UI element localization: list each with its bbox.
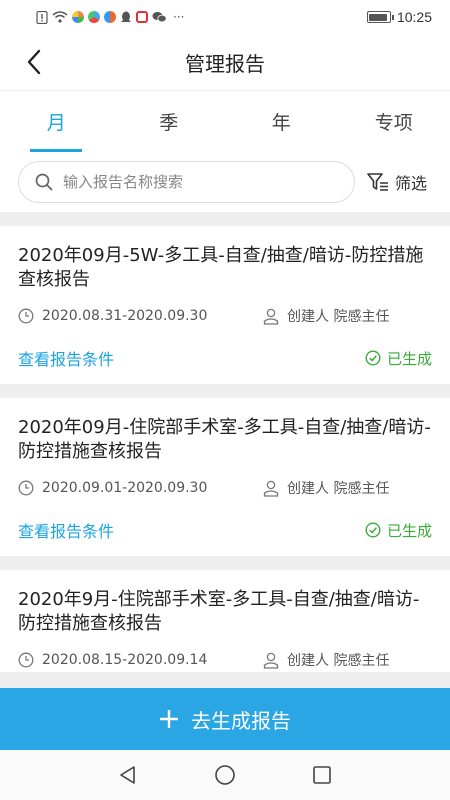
app-icon (88, 11, 100, 23)
report-card[interactable]: 2020年09月-5W-多工具-自查/抽查/暗访-防控措施查核报告 2020.0… (0, 226, 450, 384)
clock-icon (18, 308, 34, 324)
person-icon (263, 308, 279, 325)
nav-home-button[interactable] (205, 755, 245, 795)
wechat-icon (152, 12, 167, 23)
check-circle-icon (365, 522, 381, 538)
notification-icon (136, 11, 148, 23)
check-circle-icon (365, 350, 381, 366)
report-creator: 创建人 院感主任 (263, 478, 389, 498)
report-footer: 查看报告条件 已生成 (18, 332, 432, 384)
qq-icon (121, 11, 131, 22)
tab-month[interactable]: 月 (0, 91, 113, 152)
report-title: 2020年09月-住院部手术室-多工具-自查/抽查/暗访-防控措施查核报告 (18, 417, 431, 462)
circle-home-icon (215, 765, 235, 785)
nav-back-button[interactable] (108, 755, 148, 795)
wifi-icon (52, 11, 68, 23)
view-conditions-link[interactable]: 查看报告条件 (18, 346, 114, 370)
more-icon: ··· (173, 10, 185, 24)
person-icon (263, 652, 279, 669)
generate-report-label: 去生成报告 (191, 708, 291, 733)
view-conditions-link[interactable]: 查看报告条件 (18, 518, 114, 542)
sim-alert-icon (36, 10, 48, 24)
report-title: 2020年09月-5W-多工具-自查/抽查/暗访-防控措施查核报告 (18, 245, 424, 290)
report-date-range: 2020.08.31-2020.09.30 (42, 308, 208, 324)
clock-icon (18, 652, 34, 668)
report-meta: 2020.09.01-2020.09.30 创建人 院感主任 (18, 476, 432, 500)
chevron-left-icon (27, 49, 41, 75)
report-meta: 2020.08.15-2020.09.14 创建人 院感主任 (18, 648, 432, 672)
report-date-range: 2020.09.01-2020.09.30 (42, 480, 208, 496)
search-row: 筛选 (0, 152, 450, 212)
report-creator-text: 创建人 院感主任 (287, 653, 390, 669)
triangle-back-icon (120, 766, 136, 784)
plus-icon (160, 710, 178, 728)
report-date-range: 2020.08.15-2020.09.14 (42, 652, 208, 668)
back-button[interactable] (14, 42, 54, 82)
nav-recents-button[interactable] (302, 755, 342, 795)
system-nav-bar (0, 750, 450, 800)
search-icon (35, 173, 53, 191)
report-creator-text: 创建人 院感主任 (287, 481, 390, 497)
status-text: 已生成 (386, 349, 432, 368)
app-header: 管理报告 (0, 34, 450, 90)
report-footer: 查看报告条件 已生成 (18, 504, 432, 556)
status-badge: 已生成 (365, 348, 432, 369)
search-box[interactable] (18, 161, 355, 203)
tab-quarter[interactable]: 季 (113, 91, 226, 152)
report-creator-text: 创建人 院感主任 (287, 309, 390, 325)
square-recents-icon (312, 766, 331, 784)
search-input[interactable] (63, 173, 338, 191)
report-title: 2020年9月-住院部手术室-多工具-自查/抽查/暗访-防控措施查核报告 (18, 589, 420, 634)
report-creator: 创建人 院感主任 (263, 306, 389, 326)
clock-icon (18, 480, 34, 496)
report-date: 2020.08.31-2020.09.30 (18, 308, 263, 324)
status-badge: 已生成 (365, 520, 432, 541)
report-card[interactable]: 2020年09月-住院部手术室-多工具-自查/抽查/暗访-防控措施查核报告 20… (0, 398, 450, 556)
filter-button[interactable]: 筛选 (367, 170, 427, 194)
tab-special[interactable]: 专项 (338, 91, 450, 152)
page-title: 管理报告 (185, 51, 265, 76)
clock: 10:25 (396, 9, 432, 25)
period-tabs: 月 季 年 专项 (0, 90, 450, 152)
filter-icon (367, 173, 388, 191)
report-card[interactable]: 2020年9月-住院部手术室-多工具-自查/抽查/暗访-防控措施查核报告 202… (0, 570, 450, 672)
tab-year[interactable]: 年 (225, 91, 338, 152)
person-icon (263, 480, 279, 497)
app-icon (72, 11, 84, 23)
report-date: 2020.09.01-2020.09.30 (18, 480, 263, 496)
report-meta: 2020.08.31-2020.09.30 创建人 院感主任 (18, 304, 432, 328)
status-right: 10:25 (366, 9, 432, 25)
battery-icon (366, 11, 394, 23)
status-text: 已生成 (386, 521, 432, 540)
report-date: 2020.08.15-2020.09.14 (18, 652, 263, 668)
status-bar: ··· 10:25 (0, 0, 450, 34)
report-creator: 创建人 院感主任 (263, 650, 389, 670)
filter-label: 筛选 (395, 174, 428, 193)
report-list: 2020年09月-5W-多工具-自查/抽查/暗访-防控措施查核报告 2020.0… (0, 212, 450, 688)
status-icons: ··· (36, 10, 184, 24)
generate-report-button[interactable]: 去生成报告 (0, 688, 450, 750)
app-icon (104, 11, 116, 23)
